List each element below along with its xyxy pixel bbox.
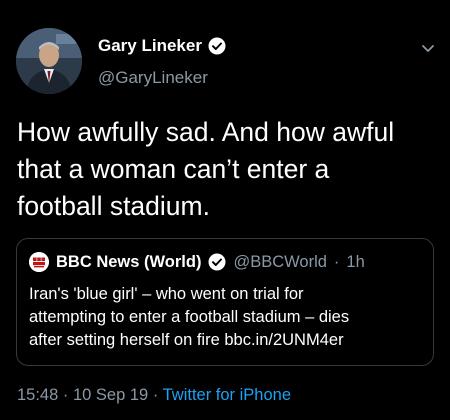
author-avatar[interactable] <box>16 28 82 94</box>
author-display-name[interactable]: Gary Lineker <box>98 36 202 56</box>
quoted-tweet-text: Iran's 'blue girl' – who went on trial f… <box>29 285 350 349</box>
tweet-date: 10 Sep 19 <box>72 386 149 404</box>
quoted-separator: · <box>333 252 340 271</box>
chevron-down-icon[interactable] <box>418 38 438 58</box>
quoted-author-name: BBC News (World) <box>56 252 202 271</box>
quoted-verified-badge-icon <box>208 253 226 271</box>
quoted-tweet-header: BBC News (World) @BBCWorld · 1h <box>29 252 365 272</box>
meta-separator: · <box>152 386 159 404</box>
quoted-timestamp: 1h <box>346 252 365 271</box>
meta-separator: · <box>62 386 69 404</box>
quoted-author-avatar <box>29 252 49 272</box>
tweet-meta: 15:48 · 10 Sep 19 · Twitter for iPhone <box>17 386 291 405</box>
author-name-row: Gary Lineker <box>98 36 226 56</box>
quoted-tweet-card[interactable]: BBC News (World) @BBCWorld · 1h Iran's '… <box>16 238 434 366</box>
tweet-time: 15:48 <box>17 386 59 404</box>
tweet-text: How awfully sad. And how awful that a wo… <box>17 117 395 221</box>
tweet-source-link[interactable]: Twitter for iPhone <box>163 386 291 404</box>
author-handle[interactable]: @GaryLineker <box>98 68 208 88</box>
verified-badge-icon <box>208 37 226 55</box>
tweet-detail: Gary Lineker @GaryLineker How awfully sa… <box>0 0 450 420</box>
quoted-author-handle: @BBCWorld <box>233 252 327 271</box>
